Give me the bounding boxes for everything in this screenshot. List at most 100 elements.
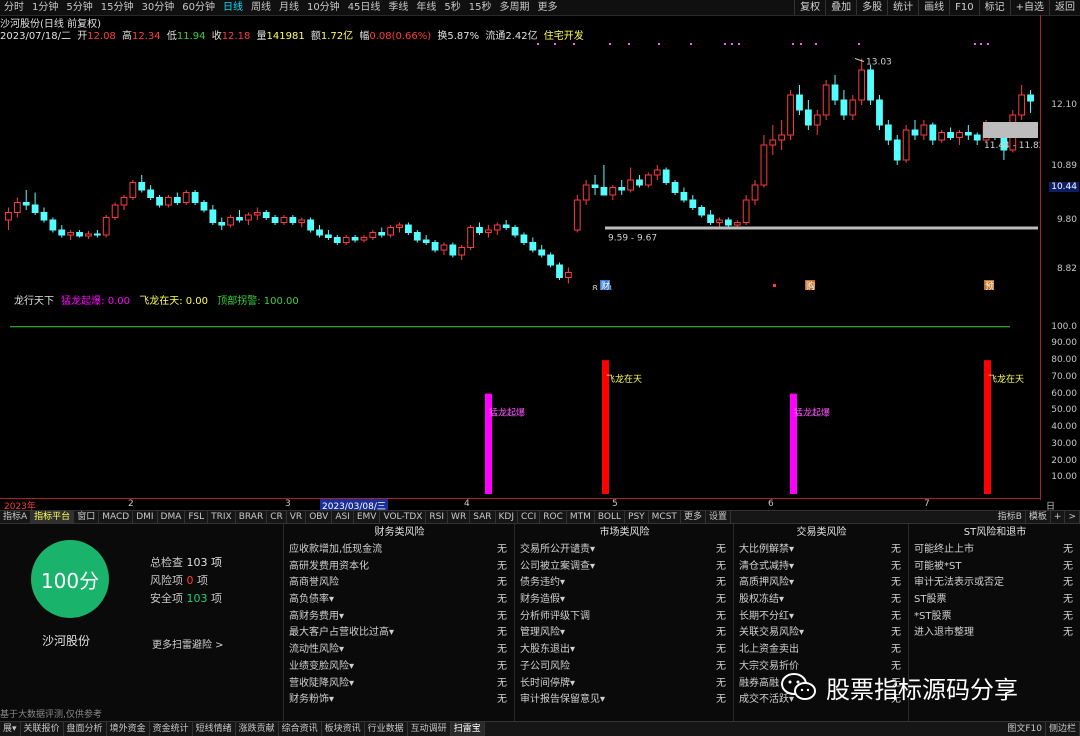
risk-item[interactable]: 大股东退出▾ 无: [515, 642, 734, 659]
risk-item[interactable]: 财务粉饰▾ 无: [284, 692, 515, 709]
candle: [920, 120, 928, 140]
bottom-tab-6[interactable]: 涨跌贡献: [236, 722, 279, 736]
toolbar-button-7[interactable]: +自选: [1009, 0, 1049, 15]
bottom-tab-10[interactable]: 互动调研: [408, 722, 451, 736]
risk-item[interactable]: 长期不分红▾ 无: [734, 609, 909, 626]
risk-item[interactable]: 清仓式减持▾ 无: [734, 559, 909, 576]
bottom-right-1[interactable]: 侧边栏: [1046, 722, 1080, 736]
risk-item[interactable]: 高财务费用▾ 无: [284, 609, 515, 626]
risk-unit: 项: [197, 574, 208, 587]
candle: [40, 207, 48, 223]
risk-column-0: 财务类风险 应收款增加,低现金流无高研发费用资本化无高商誉风险无高负债率▾ 无高财务…: [283, 524, 515, 722]
bottom-tab-3[interactable]: 境外资金: [107, 722, 150, 736]
risk-item[interactable]: 可能终止上市 无: [909, 542, 1080, 559]
risk-item[interactable]: 公司被立案调查▾ 无: [515, 559, 734, 576]
bottom-tab-9[interactable]: 行业数据: [365, 722, 408, 736]
risk-item[interactable]: 流动性风险▾ 无: [284, 642, 515, 659]
risk-item[interactable]: 股权冻结▾ 无: [734, 592, 909, 609]
risk-item[interactable]: 债务违约▾ 无: [515, 575, 734, 592]
risk-item[interactable]: ST股票 无: [909, 592, 1080, 609]
period-7[interactable]: 周线: [247, 0, 275, 15]
toolbar-button-2[interactable]: 多股: [856, 0, 887, 15]
toolbar-button-1[interactable]: 叠加: [825, 0, 856, 15]
bottom-tab-4[interactable]: 资金统计: [150, 722, 193, 736]
risk-item[interactable]: 应收款增加,低现金流 无: [284, 542, 515, 559]
candle-body: [529, 242, 537, 251]
risk-item[interactable]: 审计报告保留意见▾ 无: [515, 692, 734, 709]
toolbar-button-8[interactable]: 返回: [1049, 0, 1080, 15]
period-12[interactable]: 年线: [412, 0, 440, 15]
risk-item[interactable]: 进入退市整理 无: [909, 625, 1080, 642]
candle: [76, 230, 83, 238]
bottom-right: 图文F10 侧边栏: [1004, 722, 1080, 736]
period-10[interactable]: 45日线: [344, 0, 385, 15]
risk-item-value: 无: [1063, 610, 1073, 622]
candle-body: [689, 199, 697, 208]
period-5[interactable]: 60分钟: [178, 0, 219, 15]
risk-item[interactable]: 分析师评级下调 无: [515, 609, 734, 626]
risk-item[interactable]: 最大客户占营收比过高▾ 无: [284, 625, 515, 642]
risk-item[interactable]: 管理风险▾ 无: [515, 625, 734, 642]
risk-item[interactable]: *ST股票 无: [909, 609, 1080, 626]
risk-item[interactable]: 高质押风险▾ 无: [734, 575, 909, 592]
bottom-tab-0[interactable]: 展▾: [0, 722, 21, 736]
risk-item[interactable]: 交易所公开谴责▾ 无: [515, 542, 734, 559]
bottom-right-0[interactable]: 图文F10: [1004, 722, 1046, 736]
period-14[interactable]: 15秒: [465, 0, 496, 15]
candle: [298, 217, 306, 228]
toolbar-button-6[interactable]: 标记: [978, 0, 1010, 15]
risk-item[interactable]: 高负债率▾ 无: [284, 592, 515, 609]
indicator-chart[interactable]: 猛龙起爆 飞龙在天猛龙起爆 飞龙在天: [0, 306, 1040, 500]
period-6[interactable]: 日线: [219, 0, 247, 15]
period-4[interactable]: 30分钟: [137, 0, 178, 15]
risk-item[interactable]: 营收陡降风险▾ 无: [284, 676, 515, 693]
risk-item-value: 无: [716, 627, 726, 639]
signal-dot: [724, 43, 726, 45]
bottom-tab-5[interactable]: 短线情绪: [193, 722, 236, 736]
price-label-0: 12.10: [1051, 100, 1077, 110]
risk-item[interactable]: 北上资金卖出 无: [734, 642, 909, 659]
risk-item[interactable]: 财务造假▾ 无: [515, 592, 734, 609]
period-11[interactable]: 季线: [384, 0, 412, 15]
bottom-tab-1[interactable]: 关联报价: [21, 722, 64, 736]
bottom-tab-11[interactable]: 扫雷宝: [450, 722, 485, 736]
toolbar-button-4[interactable]: 画线: [918, 0, 949, 15]
bottom-tab-8[interactable]: 板块资讯: [322, 722, 365, 736]
risk-item-name: 关联交易风险▾: [739, 627, 805, 639]
risk-item[interactable]: 审计无法表示或否定 无: [909, 575, 1080, 592]
period-1[interactable]: 1分钟: [28, 0, 62, 15]
period-13[interactable]: 5秒: [440, 0, 464, 15]
candle: [262, 210, 270, 220]
candle-body: [200, 202, 208, 211]
risk-item-value: 无: [716, 594, 726, 606]
risk-item[interactable]: 长时间停牌▾ 无: [515, 676, 734, 693]
candle-body: [840, 99, 848, 116]
range-bar-2: [983, 122, 1038, 138]
bottom-tab-7[interactable]: 综合资讯: [279, 722, 322, 736]
range-bar-1: [605, 226, 1038, 230]
risk-item[interactable]: 大比例解禁▾ 无: [734, 542, 909, 559]
period-0[interactable]: 分时: [0, 0, 28, 15]
risk-item-name: 高研发费用资本化: [289, 560, 369, 572]
risk-item[interactable]: 关联交易风险▾ 无: [734, 625, 909, 642]
signal-dot: [987, 43, 989, 45]
candle-body: [236, 217, 243, 221]
signal-dot: [537, 43, 539, 45]
period-15[interactable]: 多周期: [496, 0, 534, 15]
bottom-tab-2[interactable]: 盘面分析: [64, 722, 107, 736]
more-scan-link[interactable]: 更多扫雷避险 >: [152, 636, 224, 651]
risk-item[interactable]: 高研发费用资本化 无: [284, 559, 515, 576]
candlestick-chart[interactable]: 9.59 - 9.6711.44 - 11.8213.038.53财购预: [0, 40, 1040, 290]
risk-item[interactable]: 业绩变脸风险▾ 无: [284, 659, 515, 676]
period-16[interactable]: 更多: [534, 0, 562, 15]
period-8[interactable]: 月线: [275, 0, 303, 15]
period-3[interactable]: 15分钟: [97, 0, 138, 15]
toolbar-button-5[interactable]: F10: [949, 0, 978, 15]
risk-item[interactable]: 可能被*ST 无: [909, 559, 1080, 576]
period-2[interactable]: 5分钟: [62, 0, 96, 15]
risk-item[interactable]: 子公司风险 无: [515, 659, 734, 676]
period-9[interactable]: 10分钟: [303, 0, 344, 15]
toolbar-button-3[interactable]: 统计: [887, 0, 918, 15]
toolbar-button-0[interactable]: 复权: [794, 0, 825, 15]
risk-item[interactable]: 高商誉风险 无: [284, 575, 515, 592]
